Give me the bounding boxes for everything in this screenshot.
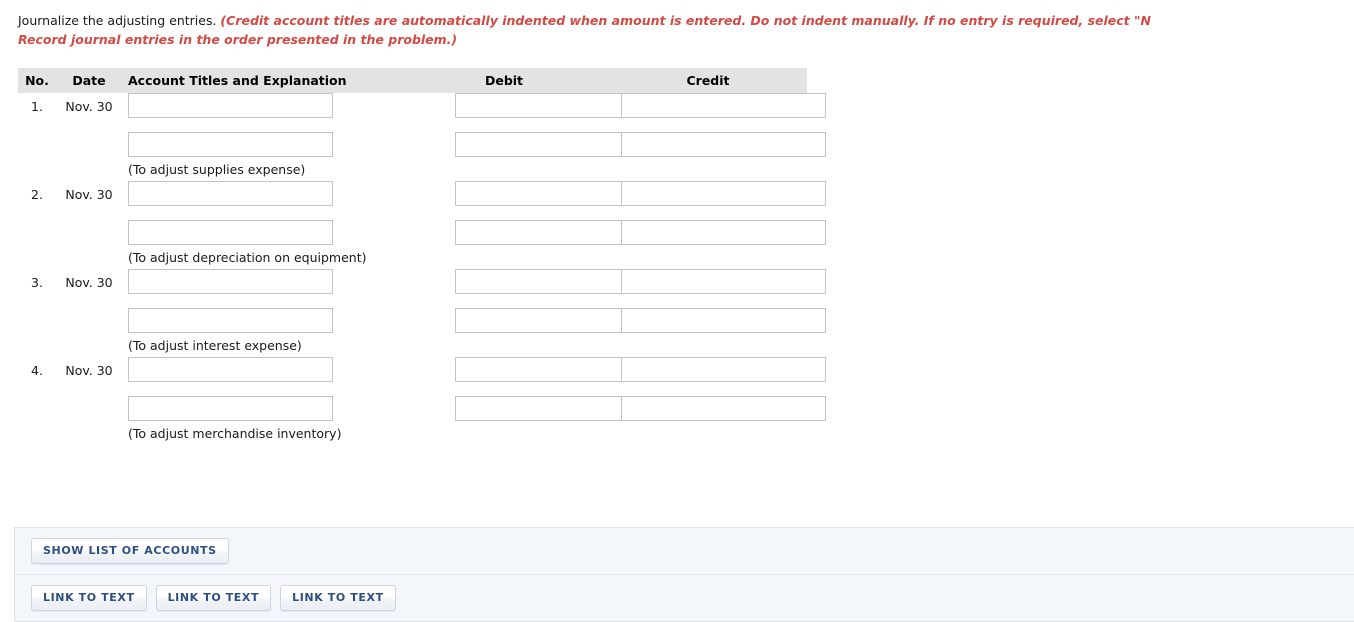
journal-line-row: 4. Nov. 30: [18, 357, 826, 396]
instruction-prompt: Journalize the adjusting entries.: [18, 13, 217, 28]
credit-cell: [612, 269, 826, 294]
entry-date-blank: [56, 132, 122, 138]
journal-line-row: [18, 132, 826, 159]
column-header-credit: Credit: [686, 73, 730, 88]
debit-cell: [399, 220, 660, 245]
column-header-account: Account Titles and Explanation: [128, 73, 347, 88]
entry-number: 1.: [31, 99, 43, 114]
entry-number-blank: [18, 132, 56, 138]
account-cell: [122, 269, 399, 294]
journal-line-row: 2. Nov. 30: [18, 181, 826, 220]
entry-number: 3.: [31, 275, 43, 290]
debit-cell: [399, 132, 660, 157]
credit-cell: [612, 132, 826, 157]
account-cell: [122, 93, 399, 118]
table-header-row: No. Date Account Titles and Explanation …: [18, 68, 807, 93]
instruction-hint-line1: (Credit account titles are automatically…: [220, 13, 1151, 28]
explanation-spacer: [56, 423, 122, 445]
explanation-spacer: [18, 247, 56, 269]
journal-entry-table: No. Date Account Titles and Explanation …: [18, 68, 826, 445]
account-cell: [122, 132, 399, 157]
debit-cell: [399, 181, 660, 206]
account-cell: [122, 396, 399, 421]
debit-cell: [399, 269, 660, 294]
explanation-row: (To adjust merchandise inventory): [18, 423, 807, 445]
account-title-input[interactable]: [128, 132, 333, 157]
explanation-row: (To adjust interest expense): [18, 335, 807, 357]
debit-cell: [399, 357, 660, 382]
explanation-spacer: [56, 335, 122, 357]
footer-panels: SHOW LIST OF ACCOUNTS LINK TO TEXT LINK T…: [14, 527, 1354, 622]
debit-cell: [399, 308, 660, 333]
column-header-date: Date: [72, 73, 106, 88]
entry-date: Nov. 30: [65, 99, 113, 114]
debit-cell: [399, 93, 660, 118]
column-header-debit: Debit: [484, 73, 524, 88]
explanation-row: (To adjust depreciation on equipment): [18, 247, 807, 269]
credit-cell: [612, 93, 826, 118]
entry-number-blank: [18, 396, 56, 402]
account-cell: [122, 220, 399, 245]
account-cell: [122, 357, 399, 382]
entry-explanation: (To adjust interest expense): [128, 338, 302, 353]
entry-explanation: (To adjust merchandise inventory): [128, 426, 342, 441]
credit-amount-input[interactable]: [621, 357, 826, 382]
link-to-text-button[interactable]: LINK TO TEXT: [155, 585, 272, 611]
show-list-of-accounts-button[interactable]: SHOW LIST OF ACCOUNTS: [31, 538, 229, 564]
credit-amount-input[interactable]: [621, 220, 826, 245]
account-title-input[interactable]: [128, 220, 333, 245]
account-title-input[interactable]: [128, 308, 333, 333]
explanation-spacer: [56, 159, 122, 181]
entry-date: Nov. 30: [65, 187, 113, 202]
account-title-input[interactable]: [128, 93, 333, 118]
account-title-input[interactable]: [128, 181, 333, 206]
entry-number: 4.: [31, 363, 43, 378]
entry-explanation: (To adjust supplies expense): [128, 162, 306, 177]
entry-date-blank: [56, 308, 122, 314]
account-title-input[interactable]: [128, 396, 333, 421]
entry-number: 2.: [31, 187, 43, 202]
accounts-panel: SHOW LIST OF ACCOUNTS: [15, 527, 1354, 575]
column-header-no: No.: [25, 73, 49, 88]
link-to-text-panel: LINK TO TEXT LINK TO TEXT LINK TO TEXT: [15, 575, 1354, 622]
link-to-text-button[interactable]: LINK TO TEXT: [280, 585, 396, 611]
account-cell: [122, 181, 399, 206]
entry-number-blank: [18, 308, 56, 314]
account-title-input[interactable]: [128, 357, 333, 382]
credit-amount-input[interactable]: [621, 269, 826, 294]
credit-amount-input[interactable]: [621, 308, 826, 333]
debit-cell: [399, 396, 660, 421]
explanation-spacer: [18, 423, 56, 445]
credit-cell: [612, 396, 826, 421]
credit-cell: [612, 181, 826, 206]
entry-date-blank: [56, 396, 122, 402]
instruction-hint-line2: Record journal entries in the order pres…: [18, 32, 458, 47]
account-cell: [122, 308, 399, 333]
entry-date-blank: [56, 220, 122, 226]
explanation-row: (To adjust supplies expense): [18, 159, 807, 181]
explanation-spacer: [18, 335, 56, 357]
credit-cell: [612, 220, 826, 245]
entry-date: Nov. 30: [65, 363, 113, 378]
journal-line-row: 1. Nov. 30: [18, 93, 826, 132]
entry-date: Nov. 30: [65, 275, 113, 290]
account-title-input[interactable]: [128, 269, 333, 294]
explanation-spacer: [18, 159, 56, 181]
credit-amount-input[interactable]: [621, 132, 826, 157]
credit-amount-input[interactable]: [621, 93, 826, 118]
credit-cell: [612, 357, 826, 382]
journal-line-row: 3. Nov. 30: [18, 269, 826, 308]
credit-cell: [612, 308, 826, 333]
entry-number-blank: [18, 220, 56, 226]
credit-amount-input[interactable]: [621, 396, 826, 421]
entry-explanation: (To adjust depreciation on equipment): [128, 250, 367, 265]
journal-line-row: [18, 396, 826, 423]
credit-amount-input[interactable]: [621, 181, 826, 206]
journal-line-row: [18, 308, 826, 335]
journal-line-row: [18, 220, 826, 247]
journal-entries-body: 1. Nov. 30 (To adjust supplies expense) 2. N…: [18, 93, 826, 445]
instructions-block: Journalize the adjusting entries. (Credi…: [18, 11, 1354, 49]
explanation-spacer: [56, 247, 122, 269]
link-to-text-button[interactable]: LINK TO TEXT: [31, 585, 147, 611]
